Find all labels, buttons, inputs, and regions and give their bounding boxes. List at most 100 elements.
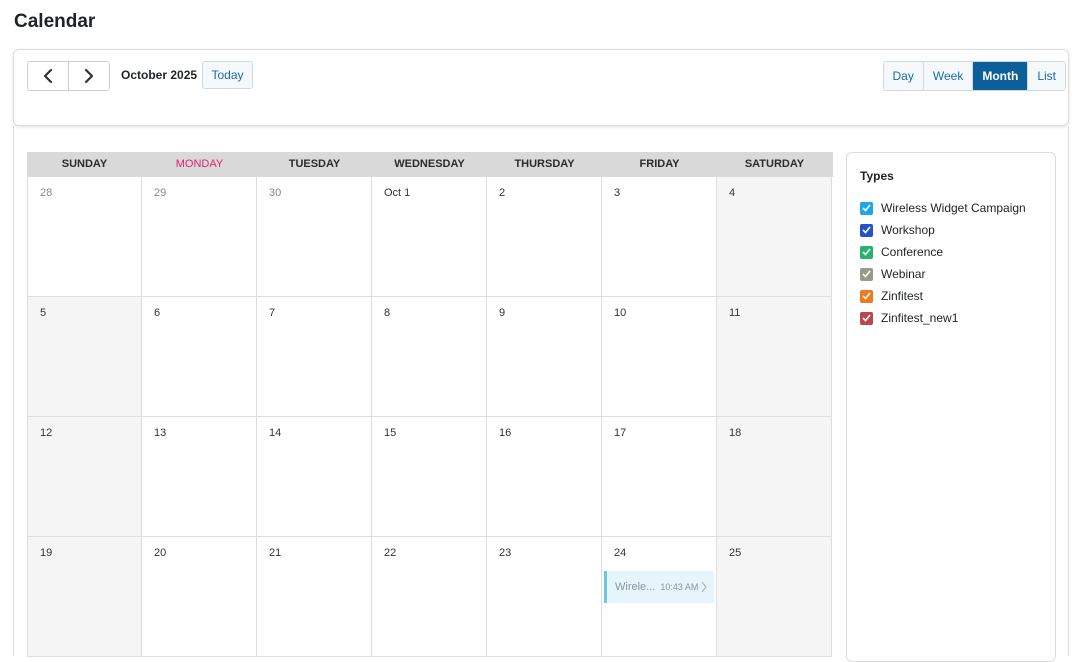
- day-number: 16: [499, 427, 512, 439]
- month-calendar: SUNDAY MONDAY TUESDAY WEDNESDAY THURSDAY…: [27, 152, 833, 657]
- view-switcher: Day Week Month List: [882, 61, 1066, 91]
- day-number: 7: [269, 307, 276, 319]
- day-number: 15: [384, 427, 397, 439]
- checkbox-checked-icon[interactable]: [860, 289, 873, 303]
- calendar-event[interactable]: Wirele... 10:43 AM: [604, 571, 714, 603]
- event-time: 10:43 AM: [660, 582, 699, 592]
- day-number: 10: [614, 307, 627, 319]
- day-cell[interactable]: 29: [142, 177, 257, 297]
- checkbox-checked-icon[interactable]: [860, 223, 873, 237]
- day-number: 9: [499, 307, 506, 319]
- day-cell[interactable]: 21: [257, 537, 372, 657]
- day-cell[interactable]: 3: [602, 177, 717, 297]
- day-number: 25: [729, 547, 742, 559]
- types-filter-panel: Types Wireless Widget Campaign Workshop …: [846, 152, 1056, 662]
- type-label: Workshop: [881, 223, 935, 237]
- weekday-saturday: SATURDAY: [744, 158, 805, 170]
- day-cell[interactable]: 16: [487, 417, 602, 537]
- day-number: 13: [154, 427, 167, 439]
- weekday-header: SUNDAY MONDAY TUESDAY WEDNESDAY THURSDAY…: [27, 152, 833, 177]
- prev-button[interactable]: [28, 62, 68, 90]
- type-label: Wireless Widget Campaign: [881, 201, 1026, 215]
- calendar-toolbar: October 2025 Today Day Week Month List: [13, 49, 1069, 126]
- type-label: Webinar: [881, 267, 926, 281]
- type-filter-item[interactable]: Wireless Widget Campaign: [860, 197, 1026, 219]
- view-week-button[interactable]: Week: [922, 62, 973, 90]
- type-label: Zinfitest_new1: [881, 311, 959, 325]
- checkbox-checked-icon[interactable]: [860, 267, 873, 281]
- type-label: Conference: [881, 245, 944, 259]
- day-cell[interactable]: 30: [257, 177, 372, 297]
- view-list-button[interactable]: List: [1027, 62, 1065, 90]
- weekday-friday: FRIDAY: [639, 158, 680, 170]
- type-filter-item[interactable]: Zinfitest: [860, 285, 1026, 307]
- event-title: Wirele...: [615, 581, 656, 593]
- type-filter-item[interactable]: Workshop: [860, 219, 1026, 241]
- day-cell[interactable]: 7: [257, 297, 372, 417]
- day-number: 4: [729, 187, 736, 199]
- weekday-monday: MONDAY: [175, 158, 224, 170]
- day-number: Oct 1: [384, 187, 411, 199]
- day-number: 11: [729, 307, 741, 319]
- chevron-right-icon: [84, 68, 94, 84]
- weekday-sunday: SUNDAY: [61, 158, 108, 170]
- day-number: 19: [40, 547, 53, 559]
- day-number: 14: [269, 427, 282, 439]
- day-number: 30: [269, 187, 282, 199]
- day-cell[interactable]: 12: [27, 417, 142, 537]
- checkbox-checked-icon[interactable]: [860, 311, 873, 325]
- day-cell[interactable]: 13: [142, 417, 257, 537]
- day-cell[interactable]: 19: [27, 537, 142, 657]
- day-number: 17: [614, 427, 627, 439]
- day-cell[interactable]: 4: [717, 177, 832, 297]
- day-cell[interactable]: 15: [372, 417, 487, 537]
- current-month-label: October 2025: [121, 68, 198, 82]
- today-button[interactable]: Today: [202, 61, 253, 89]
- day-number: 23: [499, 547, 512, 559]
- type-filter-item[interactable]: Webinar: [860, 263, 1026, 285]
- type-label: Zinfitest: [881, 289, 924, 303]
- day-cell[interactable]: 25: [717, 537, 832, 657]
- types-list: Wireless Widget Campaign Workshop Confer…: [860, 197, 1026, 329]
- day-cell[interactable]: 14: [257, 417, 372, 537]
- view-month-button[interactable]: Month: [972, 62, 1028, 90]
- nav-group: [27, 61, 110, 91]
- day-cell[interactable]: 8: [372, 297, 487, 417]
- type-filter-item[interactable]: Conference: [860, 241, 1026, 263]
- chevron-right-icon: [701, 581, 707, 593]
- day-cell[interactable]: 11: [717, 297, 832, 417]
- day-cell[interactable]: 20: [142, 537, 257, 657]
- day-number: 6: [154, 307, 161, 319]
- type-filter-item[interactable]: Zinfitest_new1: [860, 307, 1026, 329]
- day-number: 2: [499, 187, 506, 199]
- day-cell[interactable]: Oct 1: [372, 177, 487, 297]
- day-number: 20: [154, 547, 167, 559]
- checkbox-checked-icon[interactable]: [860, 201, 873, 215]
- next-button[interactable]: [68, 62, 109, 90]
- day-number: 5: [40, 307, 47, 319]
- day-cell[interactable]: 9: [487, 297, 602, 417]
- day-cell[interactable]: 17: [602, 417, 717, 537]
- day-number: 28: [40, 187, 53, 199]
- page-title: Calendar: [14, 11, 96, 32]
- day-cell[interactable]: 22: [372, 537, 487, 657]
- day-cell[interactable]: 28: [27, 177, 142, 297]
- view-day-button[interactable]: Day: [883, 62, 923, 90]
- day-number: 22: [384, 547, 397, 559]
- day-number: 21: [269, 547, 282, 559]
- day-number: 3: [614, 187, 621, 199]
- weekday-thursday: THURSDAY: [514, 158, 575, 170]
- day-cell[interactable]: 2: [487, 177, 602, 297]
- day-cell[interactable]: 18: [717, 417, 832, 537]
- weekday-wednesday: WEDNESDAY: [394, 158, 465, 170]
- checkbox-checked-icon[interactable]: [860, 245, 873, 259]
- day-cell[interactable]: 23: [487, 537, 602, 657]
- day-cell[interactable]: 10: [602, 297, 717, 417]
- day-cell[interactable]: 6: [142, 297, 257, 417]
- types-title: Types: [860, 169, 894, 183]
- day-cell[interactable]: 5: [27, 297, 142, 417]
- day-number: 12: [40, 427, 53, 439]
- day-number: 18: [729, 427, 742, 439]
- day-cell[interactable]: 24 Wirele... 10:43 AM: [602, 537, 717, 657]
- day-number: 8: [384, 307, 391, 319]
